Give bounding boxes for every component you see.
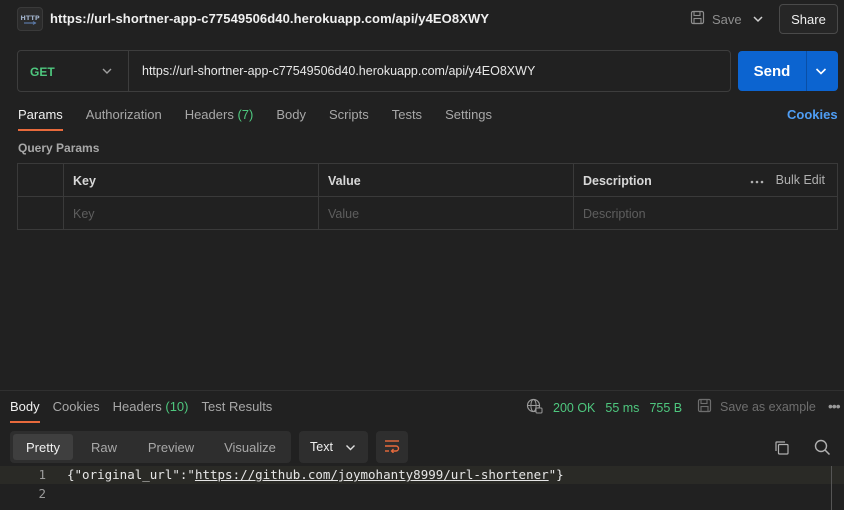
response-tabs: Body Cookies Headers (10) Test Results bbox=[10, 399, 285, 423]
tab-params[interactable]: Params bbox=[18, 107, 63, 131]
response-size[interactable]: 755 B bbox=[649, 401, 682, 415]
http-request-icon: HTTP bbox=[17, 7, 43, 31]
tab-authorization[interactable]: Authorization bbox=[86, 107, 162, 129]
table-header-row: Key Value Description Bulk Edit bbox=[18, 164, 837, 197]
bulk-edit-label[interactable]: Bulk Edit bbox=[776, 173, 825, 187]
send-button[interactable]: Send bbox=[738, 51, 806, 91]
code-prefix: {"original_url":" bbox=[67, 467, 195, 482]
response-time[interactable]: 55 ms bbox=[605, 401, 639, 415]
chevron-down-icon bbox=[345, 442, 356, 456]
cookies-link[interactable]: Cookies bbox=[787, 107, 838, 122]
view-visualize-button[interactable]: Visualize bbox=[212, 434, 288, 460]
method-chevron-down-icon[interactable] bbox=[101, 65, 113, 80]
more-options-icon[interactable]: ••• bbox=[828, 398, 841, 414]
share-button[interactable]: Share bbox=[779, 4, 838, 34]
response-url-link[interactable]: https://github.com/joymohanty8999/url-sh… bbox=[195, 467, 549, 482]
response-divider[interactable] bbox=[0, 390, 844, 391]
table-row: Key Value Description bbox=[18, 197, 837, 230]
query-params-table: Key Value Description Bulk Edit Key Valu… bbox=[17, 163, 838, 230]
tab-tests[interactable]: Tests bbox=[392, 107, 422, 129]
tab-body[interactable]: Body bbox=[276, 107, 306, 129]
view-mode-group: Pretty Raw Preview Visualize bbox=[10, 431, 291, 463]
divider bbox=[128, 51, 129, 91]
line-number: 2 bbox=[38, 486, 46, 501]
response-tab-headers[interactable]: Headers (10) bbox=[113, 399, 189, 414]
url-input[interactable]: https://url-shortner-app-c77549506d40.he… bbox=[142, 64, 535, 78]
response-body-text[interactable]: {"original_url":"https://github.com/joym… bbox=[67, 467, 564, 482]
value-input[interactable]: Value bbox=[318, 197, 573, 230]
code-line: 1 {"original_url":"https://github.com/jo… bbox=[0, 466, 844, 484]
checkbox-column bbox=[18, 164, 63, 197]
save-button[interactable]: Save bbox=[690, 9, 742, 29]
svg-text:HTTP: HTTP bbox=[20, 14, 39, 22]
scrollbar[interactable] bbox=[831, 466, 832, 510]
response-tab-cookies[interactable]: Cookies bbox=[53, 399, 100, 414]
bulk-edit-button[interactable]: Bulk Edit bbox=[750, 173, 825, 187]
request-tabs: Params Authorization Headers (7) Body Sc… bbox=[18, 107, 515, 131]
line-number: 1 bbox=[38, 467, 46, 482]
code-suffix: "} bbox=[548, 467, 564, 482]
request-title[interactable]: https://url-shortner-app-c77549506d40.he… bbox=[50, 11, 489, 26]
save-icon bbox=[697, 398, 712, 416]
query-params-title: Query Params bbox=[18, 141, 100, 155]
request-bar: GET https://url-shortner-app-c77549506d4… bbox=[17, 50, 731, 92]
response-headers-count: (10) bbox=[165, 399, 189, 414]
row-checkbox-cell bbox=[18, 197, 63, 230]
send-button-group: Send bbox=[738, 51, 838, 91]
network-globe-icon[interactable] bbox=[526, 398, 543, 418]
column-header-key: Key bbox=[63, 164, 318, 197]
wrap-lines-button[interactable] bbox=[376, 431, 408, 463]
response-status-bar: 200 OK 55 ms 755 B bbox=[526, 398, 682, 418]
save-label: Save bbox=[712, 11, 742, 27]
response-tab-body[interactable]: Body bbox=[10, 399, 40, 423]
tab-headers[interactable]: Headers (7) bbox=[185, 107, 254, 129]
status-code[interactable]: 200 OK bbox=[553, 401, 595, 415]
response-tab-test-results[interactable]: Test Results bbox=[202, 399, 273, 414]
format-select[interactable]: Text bbox=[299, 431, 368, 463]
tab-settings[interactable]: Settings bbox=[445, 107, 492, 129]
more-horizontal-icon[interactable] bbox=[750, 173, 764, 187]
save-options-chevron-down-icon[interactable] bbox=[750, 11, 766, 27]
code-line: 2 bbox=[0, 485, 844, 503]
save-icon bbox=[690, 10, 705, 28]
wrap-lines-icon bbox=[384, 439, 400, 456]
key-input[interactable]: Key bbox=[63, 197, 318, 230]
view-preview-button[interactable]: Preview bbox=[136, 434, 206, 460]
view-pretty-button[interactable]: Pretty bbox=[13, 434, 73, 460]
tab-scripts[interactable]: Scripts bbox=[329, 107, 369, 129]
title-bar: HTTP https://url-shortner-app-c77549506d… bbox=[0, 0, 844, 38]
method-select[interactable]: GET bbox=[30, 65, 55, 79]
save-as-example-button[interactable]: Save as example bbox=[697, 398, 816, 416]
format-label: Text bbox=[310, 440, 333, 454]
description-input[interactable]: Description bbox=[573, 197, 837, 230]
divider bbox=[806, 51, 807, 91]
send-options-chevron-down-icon[interactable] bbox=[813, 63, 829, 82]
search-icon[interactable] bbox=[814, 439, 831, 459]
view-raw-button[interactable]: Raw bbox=[78, 434, 130, 460]
copy-icon[interactable] bbox=[774, 440, 790, 459]
save-as-example-label: Save as example bbox=[720, 400, 816, 414]
column-header-value: Value bbox=[318, 164, 573, 197]
headers-count: (7) bbox=[237, 107, 254, 122]
